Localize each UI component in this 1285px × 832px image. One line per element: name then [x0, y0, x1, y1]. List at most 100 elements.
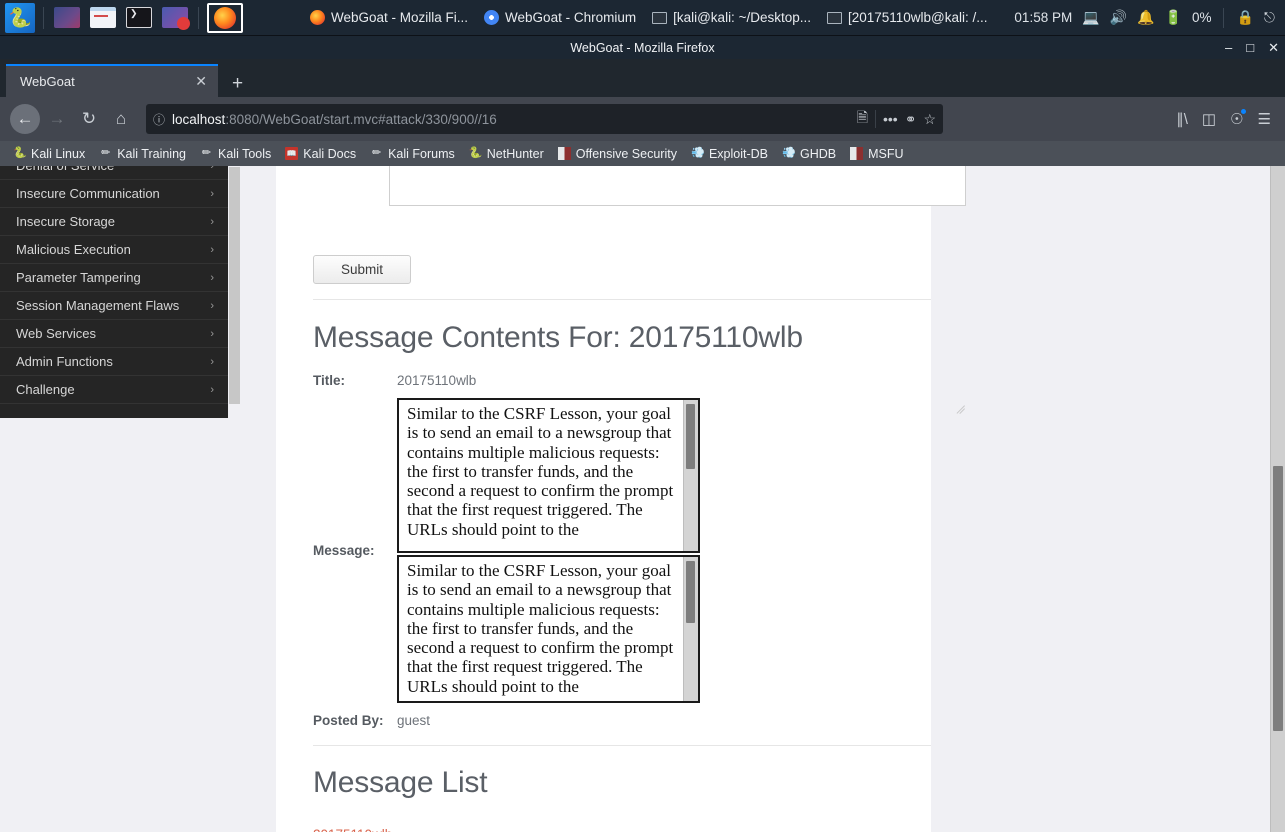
bookmark-nethunter[interactable]: 🐍 NetHunter [464, 145, 549, 163]
page-actions-icon[interactable]: ••• [883, 111, 898, 127]
display-icon[interactable]: 💻 [1082, 9, 1099, 26]
bookmark-label: Offensive Security [575, 146, 677, 161]
bookmark-label: Kali Docs [303, 146, 357, 161]
lesson-content-panel: Submit Message Contents For: 20175110wlb… [276, 166, 966, 832]
sidebar-item-session-management-flaws[interactable]: Session Management Flaws › [0, 292, 228, 320]
pocket-icon[interactable]: ⚭ [905, 111, 917, 128]
sidebar-below-fill [0, 418, 240, 832]
door-icon [850, 147, 864, 160]
terminal-icon [826, 11, 842, 24]
pen-icon: ✏ [101, 147, 111, 159]
lock-icon[interactable]: 🔒 [1236, 9, 1253, 26]
sidebar-item-parameter-tampering[interactable]: Parameter Tampering › [0, 264, 228, 292]
taskbar-clock[interactable]: 01:58 PM [1014, 10, 1072, 25]
sidebar-item-insecure-storage[interactable]: Insecure Storage › [0, 208, 228, 236]
sidebar-item-insecure-communication[interactable]: Insecure Communication › [0, 180, 228, 208]
account-icon[interactable]: ☉ [1230, 109, 1247, 128]
task-firefox-webgoat[interactable]: WebGoat - Mozilla Fi... [302, 3, 476, 33]
posted-by-value: guest [397, 713, 431, 728]
message-list-item-link[interactable]: 20175110wlb [313, 827, 392, 832]
bookmark-offensive-security[interactable]: Offensive Security [553, 145, 682, 163]
address-bar[interactable]: ⓘ localhost:8080/WebGoat/start.mvc#attac… [146, 104, 943, 134]
window-controls: – □ ✕ [1225, 36, 1279, 59]
firefox-icon [310, 10, 325, 25]
battery-percent: 0% [1191, 10, 1212, 25]
window-title: WebGoat - Mozilla Firefox [570, 40, 715, 55]
message-compose-textarea[interactable] [389, 166, 966, 206]
posted-by-label: Posted By: [313, 713, 384, 728]
textarea-resize-handle[interactable] [952, 394, 966, 414]
home-button[interactable]: ⌂ [106, 104, 136, 134]
sidebar-item-denial-of-service[interactable]: Denial of Service › [0, 166, 228, 180]
bookmark-kali-linux[interactable]: 🐍 Kali Linux [8, 145, 90, 163]
bookmark-kali-forums[interactable]: ✏ Kali Forums [365, 145, 460, 163]
sidebar-item-malicious-execution[interactable]: Malicious Execution › [0, 236, 228, 264]
terminal-glyph-icon [126, 7, 152, 28]
sidebar-item-label: Challenge [16, 382, 75, 397]
minimize-button[interactable]: – [1225, 41, 1232, 54]
book-icon: 📖 [285, 147, 299, 160]
bookmark-label: GHDB [800, 146, 837, 161]
task-terminal-user[interactable]: [20175110wlb@kali: /... [819, 3, 996, 33]
battery-icon[interactable]: 🔋 [1165, 9, 1182, 26]
reload-button[interactable]: ↻ [74, 104, 104, 134]
notification-bell-icon[interactable]: 🔔 [1137, 9, 1154, 26]
volume-icon[interactable]: 🔊 [1110, 9, 1127, 26]
bookmark-ghdb[interactable]: 💨 GHDB [777, 145, 841, 163]
site-info-icon[interactable]: ⓘ [153, 111, 165, 128]
files-manager-icon[interactable] [52, 3, 82, 33]
close-button[interactable]: ✕ [1268, 41, 1279, 54]
page-content-area: Submit Message Contents For: 20175110wlb… [240, 166, 1260, 832]
bookmark-kali-docs[interactable]: 📖 Kali Docs [280, 145, 361, 163]
url-host: localhost [172, 111, 226, 127]
bookmark-kali-training[interactable]: ✏ Kali Training [94, 145, 191, 163]
back-button[interactable]: ← [10, 104, 40, 134]
pen-icon: ✏ [371, 147, 382, 159]
message-scrollbar-thumb[interactable] [686, 404, 695, 469]
page-scrollbar-thumb[interactable] [1273, 466, 1283, 731]
page-heading-message-contents: Message Contents For: 20175110wlb [313, 321, 803, 354]
library-icon[interactable]: ∥\ [1176, 110, 1188, 128]
firefox-launcher-icon[interactable] [207, 2, 243, 33]
forward-button[interactable]: → [42, 104, 72, 134]
lesson-sidebar: Denial of Service › Insecure Communicati… [0, 166, 228, 418]
screenshot-icon[interactable] [160, 3, 190, 33]
reader-view-icon[interactable]: 🗎 [857, 107, 868, 131]
tab-close-icon[interactable]: ✕ [192, 73, 210, 90]
bookmark-msfu[interactable]: MSFU [845, 145, 908, 163]
chevron-right-icon: › [210, 166, 214, 172]
chevron-right-icon: › [210, 327, 214, 340]
maximize-button[interactable]: □ [1246, 41, 1254, 54]
bookmark-exploit-db[interactable]: 💨 Exploit-DB [686, 145, 773, 163]
kali-dragon-icon: 🐍 [5, 2, 35, 33]
app-menu-icon[interactable]: ☰ [1258, 110, 1271, 128]
file-manager-icon[interactable] [88, 3, 118, 33]
message-textarea-secondary[interactable]: Similar to the CSRF Lesson, your goal is… [397, 555, 700, 703]
pen-icon: ✏ [201, 147, 212, 159]
sidebar-item-challenge[interactable]: Challenge › [0, 376, 228, 404]
task-terminal-kali[interactable]: [kali@kali: ~/Desktop... [644, 3, 819, 33]
kali-menu-icon[interactable]: 🐍 [5, 2, 35, 33]
chevron-right-icon: › [210, 383, 214, 396]
bookmark-star-icon[interactable]: ☆ [923, 111, 936, 128]
sidebar-item-admin-functions[interactable]: Admin Functions › [0, 348, 228, 376]
sidebar-item-label: Denial of Service [16, 166, 114, 173]
logout-icon[interactable]: ⎋ [1264, 9, 1275, 26]
sidebar-icon[interactable]: ◫ [1202, 110, 1216, 128]
sidebar-item-web-services[interactable]: Web Services › [0, 320, 228, 348]
message-scrollbar-thumb[interactable] [686, 561, 695, 623]
terminal-icon[interactable] [124, 3, 154, 33]
tab-webgoat[interactable]: WebGoat ✕ [6, 64, 218, 97]
new-tab-button[interactable]: + [218, 74, 255, 97]
bookmark-label: Kali Linux [31, 146, 86, 161]
sidebar-scrollbar-thumb[interactable] [229, 167, 240, 404]
taskbar-system-tray: 01:58 PM 💻 🔊 🔔 🔋 0% 🔒 ⎋ [1014, 7, 1285, 28]
task-label: WebGoat - Chromium [505, 10, 637, 25]
submit-button[interactable]: Submit [313, 255, 411, 284]
message-label: Message: [313, 543, 375, 558]
url-text: localhost:8080/WebGoat/start.mvc#attack/… [172, 112, 850, 127]
bookmark-kali-tools[interactable]: ✏ Kali Tools [195, 145, 276, 163]
task-chromium-webgoat[interactable]: WebGoat - Chromium [476, 3, 644, 33]
title-value: 20175110wlb [397, 373, 477, 388]
message-textarea-primary[interactable]: Similar to the CSRF Lesson, your goal is… [397, 398, 700, 553]
